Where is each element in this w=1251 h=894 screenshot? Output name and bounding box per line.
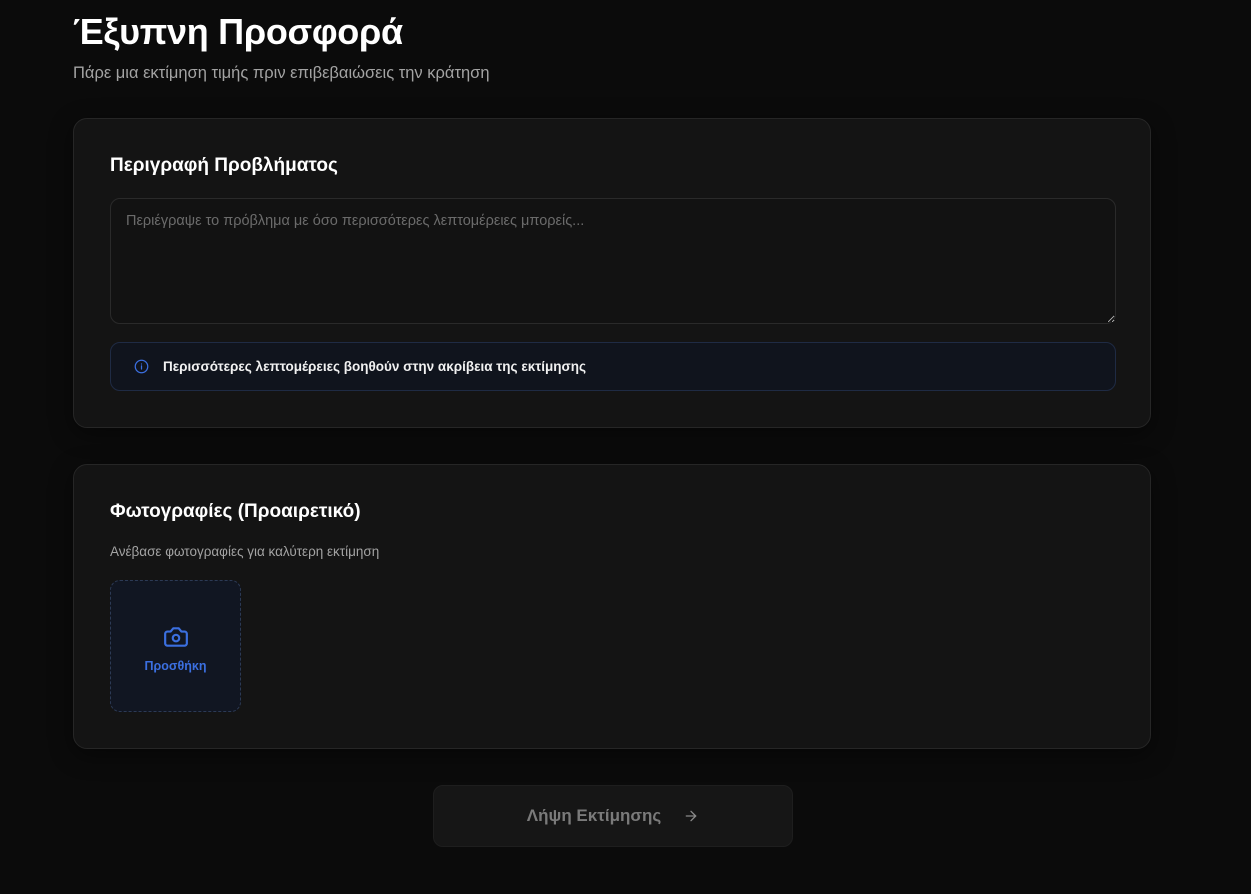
get-estimate-label: Λήψη Εκτίμησης	[526, 806, 662, 825]
photos-card: Φωτογραφίες (Προαιρετικό) Ανέβασε φωτογρ…	[73, 464, 1151, 749]
details-info-text: Περισσότερες λεπτομέρειες βοηθούν στην α…	[163, 359, 587, 374]
page-subtitle: Πάρε μια εκτίμηση τιμής πριν επιβεβαιώσε…	[73, 64, 490, 82]
problem-description-card: Περιγραφή Προβλήματος Περισσότερες λεπτο…	[73, 118, 1151, 428]
add-photo-button[interactable]: Προσθήκη	[110, 580, 241, 712]
add-photo-label: Προσθήκη	[144, 658, 207, 673]
problem-description-input[interactable]	[110, 198, 1116, 324]
get-estimate-button[interactable]: Λήψη Εκτίμησης	[433, 785, 793, 847]
photos-heading: Φωτογραφίες (Προαιρετικό)	[110, 501, 361, 522]
info-icon	[134, 359, 149, 374]
photos-hint: Ανέβασε φωτογραφίες για καλύτερη εκτίμησ…	[110, 544, 380, 559]
page-title: Έξυπνη Προσφορά	[73, 11, 403, 52]
problem-description-heading: Περιγραφή Προβλήματος	[110, 155, 338, 176]
smart-quote-page: Έξυπνη Προσφορά Πάρε μια εκτίμηση τιμής …	[0, 0, 1251, 894]
details-info-box: Περισσότερες λεπτομέρειες βοηθούν στην α…	[110, 342, 1116, 391]
arrow-right-icon	[683, 808, 699, 824]
camera-icon	[162, 624, 190, 650]
